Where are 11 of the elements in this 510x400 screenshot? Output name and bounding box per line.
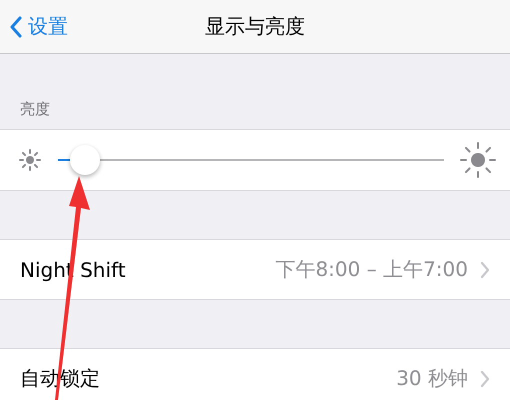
row-value: 30 秒钟 [396,365,468,392]
slider-thumb[interactable] [70,145,100,175]
small-sun-icon [18,148,42,172]
chevron-right-icon [480,260,490,278]
chevron-right-icon [480,370,490,388]
chevron-left-icon [10,16,22,38]
large-sun-icon [460,142,496,178]
section-header: 亮度 [19,100,50,120]
row-value: 下午8:00 – 上午7:00 [275,256,468,283]
back-button[interactable]: 设置 [0,12,74,41]
window-title: 显示与亮度 [205,14,305,38]
